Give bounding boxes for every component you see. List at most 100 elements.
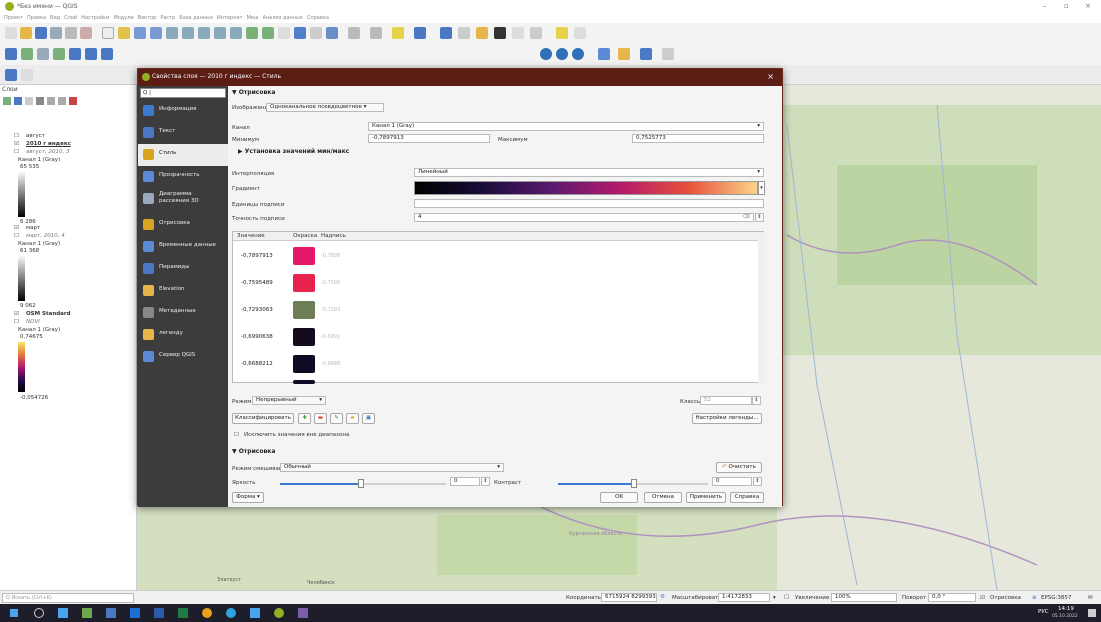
layer-style-icon[interactable] [3, 97, 11, 105]
layer-checkbox[interactable]: ☐ [14, 233, 19, 239]
blend-select[interactable]: Обычный ▾ [280, 463, 504, 472]
menu-item[interactable]: Анализ данных [262, 13, 302, 23]
row-color-swatch[interactable] [293, 301, 315, 319]
max-input[interactable]: 0,7525773 [632, 134, 764, 143]
map-tips-icon[interactable] [512, 27, 524, 39]
maximize-icon[interactable]: ▫ [1064, 2, 1069, 10]
clock-date[interactable]: 05.10.2022 [1052, 614, 1078, 619]
layer-2010-index[interactable]: 2010 г индекс [26, 141, 71, 147]
nav-style[interactable]: Стиль [138, 144, 228, 166]
interp-select[interactable]: Линейный ▾ [414, 168, 764, 177]
select-features-icon[interactable] [348, 27, 360, 39]
attribute-table-icon[interactable] [458, 27, 470, 39]
layer-checkbox[interactable]: ☐ [14, 319, 19, 325]
label-tool-icon[interactable] [556, 27, 568, 39]
style-menu-button[interactable]: Форма ▾ [232, 492, 264, 503]
contrast-spinbox[interactable]: 0 [712, 477, 752, 486]
filter-layers-icon[interactable] [36, 97, 44, 105]
temporal-controller-icon[interactable] [278, 27, 290, 39]
python-icon[interactable] [618, 48, 630, 60]
help-button[interactable]: Справка [730, 492, 764, 503]
classes-spinbox[interactable]: 52 [700, 396, 752, 405]
color-table-row[interactable]: -0,6688212 -0,6688 [233, 353, 758, 375]
style-manager-icon[interactable] [80, 27, 92, 39]
lock-scale-icon[interactable]: ▢ [784, 594, 789, 600]
menu-item[interactable]: Модули [113, 13, 133, 23]
search-tool-icon[interactable] [574, 27, 586, 39]
precision-spinbox[interactable]: 4 ⌫ [414, 213, 754, 222]
globe-3-icon[interactable] [572, 48, 584, 60]
band-select[interactable]: Канал 1 (Gray) ▾ [368, 122, 764, 131]
show-bookmarks-icon[interactable] [310, 27, 322, 39]
zoom-selection-icon[interactable] [182, 27, 194, 39]
add-vector-layer-icon[interactable] [21, 48, 33, 60]
render2-section-header[interactable]: ▼ Отрисовка [232, 448, 275, 455]
app-icon-2[interactable] [106, 608, 116, 618]
add-raster-layer-icon[interactable] [37, 48, 49, 60]
add-spatialite-icon[interactable] [85, 48, 97, 60]
contrast-slider-handle[interactable] [631, 479, 637, 488]
add-postgis-icon[interactable] [101, 48, 113, 60]
messages-icon[interactable]: ✉ [1088, 595, 1093, 601]
apply-button[interactable]: Применить [686, 492, 726, 503]
row-color-swatch[interactable] [293, 380, 315, 384]
annotation-icon[interactable] [530, 27, 542, 39]
units-input[interactable] [414, 199, 764, 208]
add-delimited-text-icon[interactable] [69, 48, 81, 60]
qgis-taskbar-icon[interactable] [274, 608, 284, 618]
save-as-icon[interactable] [50, 27, 62, 39]
menu-item[interactable]: Растр [160, 13, 175, 23]
app-icon-3[interactable] [250, 608, 260, 618]
scale-input[interactable]: 1:4172833 [718, 593, 770, 602]
menu-item[interactable]: Меш [246, 13, 258, 23]
select-by-value-icon[interactable] [370, 27, 382, 39]
add-wfs-icon[interactable] [662, 48, 674, 60]
zoom-in-icon[interactable] [134, 27, 146, 39]
globe-icon[interactable] [540, 48, 552, 60]
edge-icon[interactable] [226, 608, 236, 618]
layer-march-2010[interactable]: март, 2010, 4 [26, 233, 65, 239]
notifications-icon[interactable] [1088, 609, 1096, 617]
row-value[interactable]: -0,7293063 [241, 307, 273, 313]
nav-server[interactable]: Сервер QGIS [138, 346, 228, 368]
row-value[interactable]: -0,7897913 [241, 253, 273, 259]
open-project-icon[interactable] [20, 27, 32, 39]
add-group-icon[interactable] [14, 97, 22, 105]
render-type-select[interactable]: Одноканальное псевдоцветное ▾ [266, 103, 384, 112]
manage-map-themes-icon[interactable] [25, 97, 33, 105]
rotation-input[interactable]: 0,0 ° [928, 593, 976, 602]
row-value[interactable]: -0,6990638 [241, 334, 273, 340]
scale-dropdown[interactable]: ▾ [773, 595, 776, 601]
layer-checkbox[interactable]: ☑ [14, 141, 19, 147]
menu-item[interactable]: Интернет [217, 13, 242, 23]
row-value[interactable]: -0,6688212 [241, 361, 273, 367]
task-view-icon[interactable] [58, 608, 68, 618]
nav-rendering[interactable]: Отрисовка [138, 214, 228, 236]
menu-item[interactable]: Вид [50, 13, 60, 23]
pan-icon[interactable] [102, 27, 114, 39]
layer-august[interactable]: август [26, 133, 45, 139]
locator-search-input[interactable]: Q Искать (Ctrl+K) [2, 593, 134, 603]
save-project-icon[interactable] [35, 27, 47, 39]
zoom-out-icon[interactable] [150, 27, 162, 39]
add-wms-icon[interactable] [640, 48, 652, 60]
clip-checkbox[interactable]: ☐ [234, 432, 239, 438]
print-layout-icon[interactable] [65, 27, 77, 39]
zoom-layer-icon[interactable] [198, 27, 210, 39]
ok-button[interactable]: OK [600, 492, 638, 503]
add-mesh-layer-icon[interactable] [53, 48, 65, 60]
export-colormap-icon[interactable]: ▣ [362, 413, 375, 424]
menu-item[interactable]: База данных [179, 13, 213, 23]
nav-3d[interactable]: Диаграмма рассеяния 3D [138, 188, 228, 214]
clock-time[interactable]: 14:19 [1058, 606, 1074, 612]
new-bookmark-icon[interactable] [294, 27, 306, 39]
min-input[interactable]: -0,7897913 [368, 134, 490, 143]
row-color-swatch[interactable] [293, 274, 315, 292]
search-icon[interactable] [34, 608, 44, 618]
zoom-full-icon[interactable] [166, 27, 178, 39]
render-checkbox[interactable]: ☑ [980, 595, 985, 601]
new-project-icon[interactable] [5, 27, 17, 39]
col-color-header[interactable]: Окраска [293, 233, 317, 239]
app-icon-1[interactable] [82, 608, 92, 618]
row-label[interactable]: -0,6688 [321, 361, 340, 367]
